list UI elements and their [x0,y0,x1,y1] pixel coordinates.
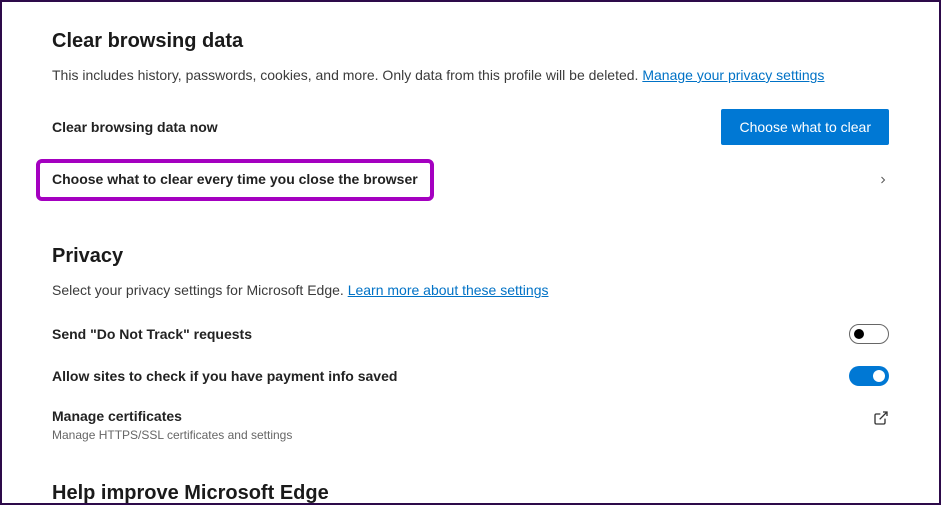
clear-data-title: Clear browsing data [52,30,889,53]
privacy-title: Privacy [52,245,889,268]
learn-more-link[interactable]: Learn more about these settings [348,282,549,298]
dnt-label: Send "Do Not Track" requests [52,326,252,342]
chevron-right-icon [877,174,889,186]
certificates-label: Manage certificates [52,408,292,424]
clear-on-close-label: Choose what to clear every time you clos… [52,171,418,187]
manage-privacy-link[interactable]: Manage your privacy settings [642,67,824,83]
clear-on-close-row[interactable]: Choose what to clear every time you clos… [52,159,889,201]
clear-browsing-data-section: Clear browsing data This includes histor… [52,30,889,201]
external-link-icon [873,410,889,426]
clear-now-label: Clear browsing data now [52,119,218,135]
clear-now-row: Clear browsing data now Choose what to c… [52,109,889,145]
privacy-section: Privacy Select your privacy settings for… [52,245,889,442]
certificates-sublabel: Manage HTTPS/SSL certificates and settin… [52,428,292,442]
help-improve-title: Help improve Microsoft Edge [52,482,889,505]
dnt-toggle[interactable] [849,324,889,344]
choose-what-to-clear-button[interactable]: Choose what to clear [721,109,889,145]
highlight-box: Choose what to clear every time you clos… [36,159,434,201]
payment-check-row: Allow sites to check if you have payment… [52,366,889,386]
dnt-row: Send "Do Not Track" requests [52,324,889,344]
manage-certificates-row[interactable]: Manage certificates Manage HTTPS/SSL cer… [52,408,889,442]
payment-check-toggle[interactable] [849,366,889,386]
help-improve-section: Help improve Microsoft Edge [52,482,889,505]
clear-data-desc: This includes history, passwords, cookie… [52,67,889,83]
privacy-desc: Select your privacy settings for Microso… [52,282,889,298]
payment-check-label: Allow sites to check if you have payment… [52,368,397,384]
